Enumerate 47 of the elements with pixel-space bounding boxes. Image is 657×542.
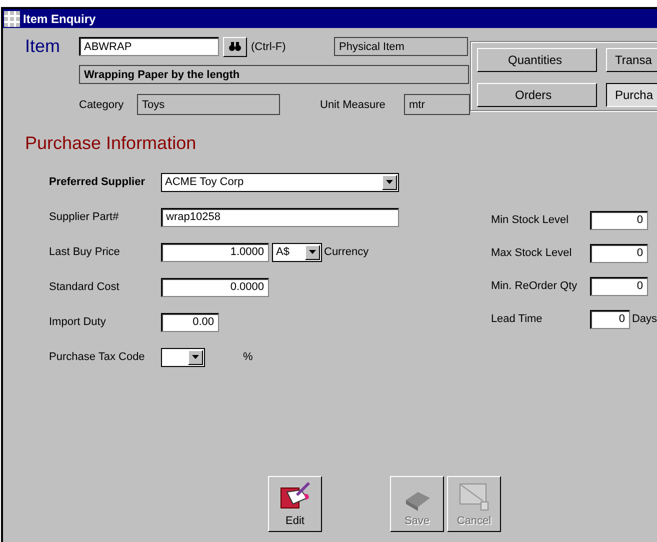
input-field[interactable]: 0.0000	[161, 278, 269, 296]
field-label: Max Stock Level	[490, 247, 573, 259]
caret-icon	[309, 250, 316, 254]
field-suffix: Days	[632, 313, 657, 325]
field-label: Preferred Supplier	[49, 176, 146, 188]
field-label: Last Buy Price	[49, 246, 121, 258]
field-label: Min Stock Level	[490, 214, 570, 226]
caret-icon	[386, 180, 393, 184]
currency-dropdown[interactable]: A$	[272, 242, 322, 262]
category-field: Toys	[137, 94, 280, 115]
input-field[interactable]: 0.00	[161, 312, 219, 332]
input-field[interactable]: 0	[590, 210, 648, 230]
input-field[interactable]: 0	[590, 310, 630, 328]
unit-field: mtr	[404, 94, 470, 115]
field-label: Purchase Tax Code	[49, 351, 146, 363]
description-field: Wrapping Paper by the length	[79, 65, 469, 84]
input-field[interactable]: wrap10258	[161, 208, 399, 226]
field-label: Unit Measure	[320, 98, 386, 110]
shortcut-hint: (Ctrl-F)	[251, 40, 287, 52]
field-suffix: Currency	[324, 246, 369, 258]
field-label: Min. ReOrder Qty	[490, 280, 578, 292]
edit-button[interactable]: Edit	[268, 476, 322, 532]
field-label: Category	[79, 98, 125, 110]
item-label: Item	[25, 36, 62, 57]
item-type-field: Physical Item	[334, 37, 468, 56]
input-field[interactable]: 1.0000	[161, 242, 269, 262]
item-code-field[interactable]: ABWRAP	[79, 37, 219, 56]
section-title: Purchase Information	[25, 133, 198, 154]
field-label: Import Duty	[49, 316, 107, 328]
grid-icon	[4, 10, 20, 26]
field-label: Lead Time	[490, 313, 544, 325]
caret-icon	[192, 355, 199, 359]
supplier-dropdown[interactable]: ACME Toy Corp	[161, 172, 399, 192]
tax-code-dropdown[interactable]	[161, 348, 205, 366]
find-button[interactable]	[223, 36, 247, 56]
field-label: Standard Cost	[49, 281, 120, 293]
window-title: Item Enquiry	[23, 12, 96, 26]
view-button[interactable]: Purcha	[606, 83, 657, 107]
input-field[interactable]: 0	[590, 244, 648, 262]
field-suffix: %	[243, 351, 253, 363]
view-button[interactable]: Transa	[606, 48, 657, 72]
field-label: Supplier Part#	[49, 211, 120, 223]
input-field[interactable]: 0	[590, 276, 648, 296]
view-button[interactable]: Quantities	[477, 48, 597, 72]
notebook-icon	[457, 482, 491, 512]
view-button[interactable]: Orders	[477, 83, 597, 107]
binoculars-icon	[229, 42, 241, 51]
